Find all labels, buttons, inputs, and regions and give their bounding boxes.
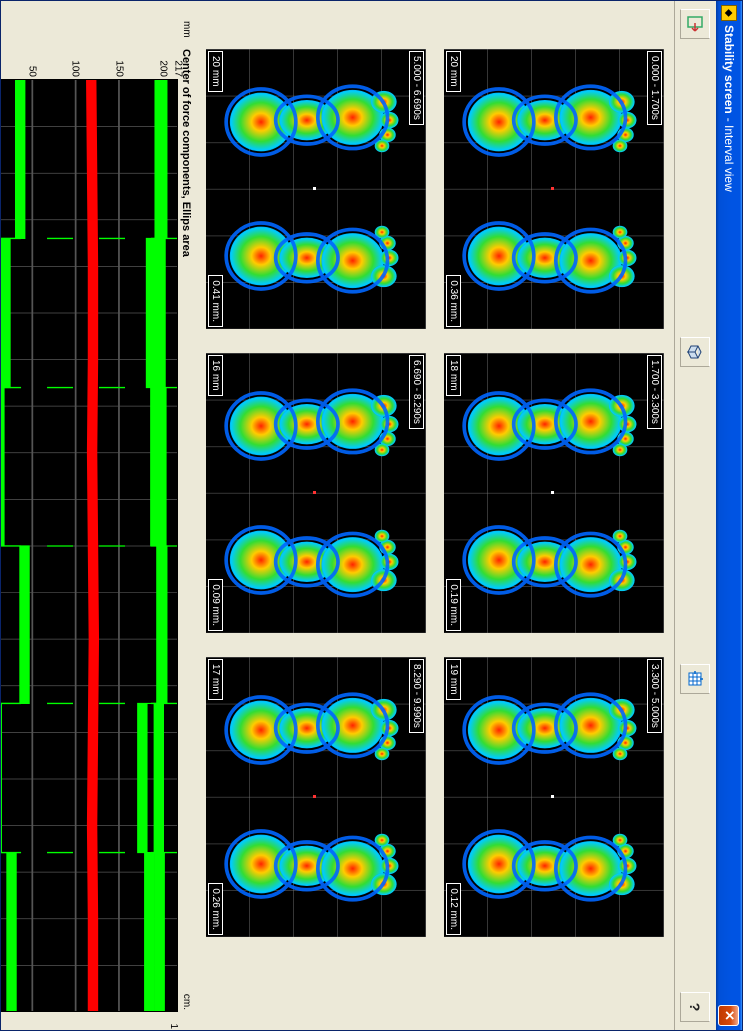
help-icon: ? [687, 998, 705, 1016]
cop-marker [551, 795, 554, 798]
interval-panel: 6.690 - 8.290s 16 mm 0.09 mm. [206, 353, 426, 633]
y2-axis-unit: cm. [181, 994, 192, 1010]
chart-title: Center of force components, Ellips area [180, 49, 192, 1012]
right-foot-heatmap [454, 505, 654, 615]
right-foot-heatmap [454, 809, 654, 919]
right-foot-heatmap [454, 201, 654, 311]
titlebar: ◆ Stability screen - Interval view ✕ [716, 1, 742, 1030]
right-foot-heatmap [216, 505, 416, 615]
app-icon: ◆ [721, 5, 737, 21]
cube-icon [687, 343, 705, 361]
exit-icon [687, 15, 705, 33]
cop-marker [551, 187, 554, 190]
left-foot-heatmap [216, 67, 416, 177]
y-axis: 217 200 150 100 50 0 [1, 49, 178, 79]
app-window: ◆ Stability screen - Interval view ✕ [0, 0, 743, 1031]
left-foot-heatmap [216, 675, 416, 785]
y-tick: 200 [157, 60, 168, 77]
toolbar: ? [674, 1, 716, 1030]
interval-grid: 0.000 - 1.700s 20 mm 0.36 mm. [206, 49, 664, 1012]
left-foot-heatmap [454, 371, 654, 481]
close-button[interactable]: ✕ [719, 1005, 740, 1026]
chart-area: Center of force components, Ellips area … [1, 49, 196, 1012]
interval-panel: 0.000 - 1.700s 20 mm 0.36 mm. [444, 49, 664, 329]
window-subtitle: - Interval view [722, 118, 736, 192]
right-foot-heatmap [216, 809, 416, 919]
grid-icon [687, 670, 705, 688]
window-title: Stability screen [722, 25, 736, 114]
left-foot-heatmap [454, 67, 654, 177]
chart-canvas: 1 0 [1, 79, 178, 1012]
y2-tick: 1 [168, 1023, 179, 1029]
close-icon: ✕ [721, 1010, 737, 1021]
left-foot-heatmap [454, 675, 654, 785]
cop-marker [551, 491, 554, 494]
interval-panel: 3.300 - 5.000s 19 mm 0.12 mm. [444, 657, 664, 937]
grid-button[interactable] [681, 664, 711, 694]
interval-panel: 5.000 - 6.690s 20 mm 0.41 mm. [206, 49, 426, 329]
chart-svg [1, 80, 177, 1011]
cop-marker [313, 491, 316, 494]
content-area: 0.000 - 1.700s 20 mm 0.36 mm. [1, 1, 674, 1030]
y-tick: 217 [173, 60, 184, 77]
interval-panel: 1.700 - 3.300s 18 mm 0.19 mm. [444, 353, 664, 633]
left-foot-heatmap [216, 371, 416, 481]
cop-marker [313, 795, 316, 798]
right-foot-heatmap [216, 201, 416, 311]
y-tick: 50 [26, 66, 37, 77]
cop-marker [313, 187, 316, 190]
exit-button[interactable] [681, 9, 711, 39]
view-3d-button[interactable] [681, 337, 711, 367]
red-trace [91, 80, 94, 1011]
y-tick: 150 [114, 60, 125, 77]
y-axis-unit: mm [181, 21, 192, 38]
interval-panel: 8.290 - 9.990s 17 mm 0.26 mm. [206, 657, 426, 937]
help-button[interactable]: ? [681, 992, 711, 1022]
y-tick: 100 [70, 60, 81, 77]
svg-text:?: ? [688, 1003, 704, 1012]
